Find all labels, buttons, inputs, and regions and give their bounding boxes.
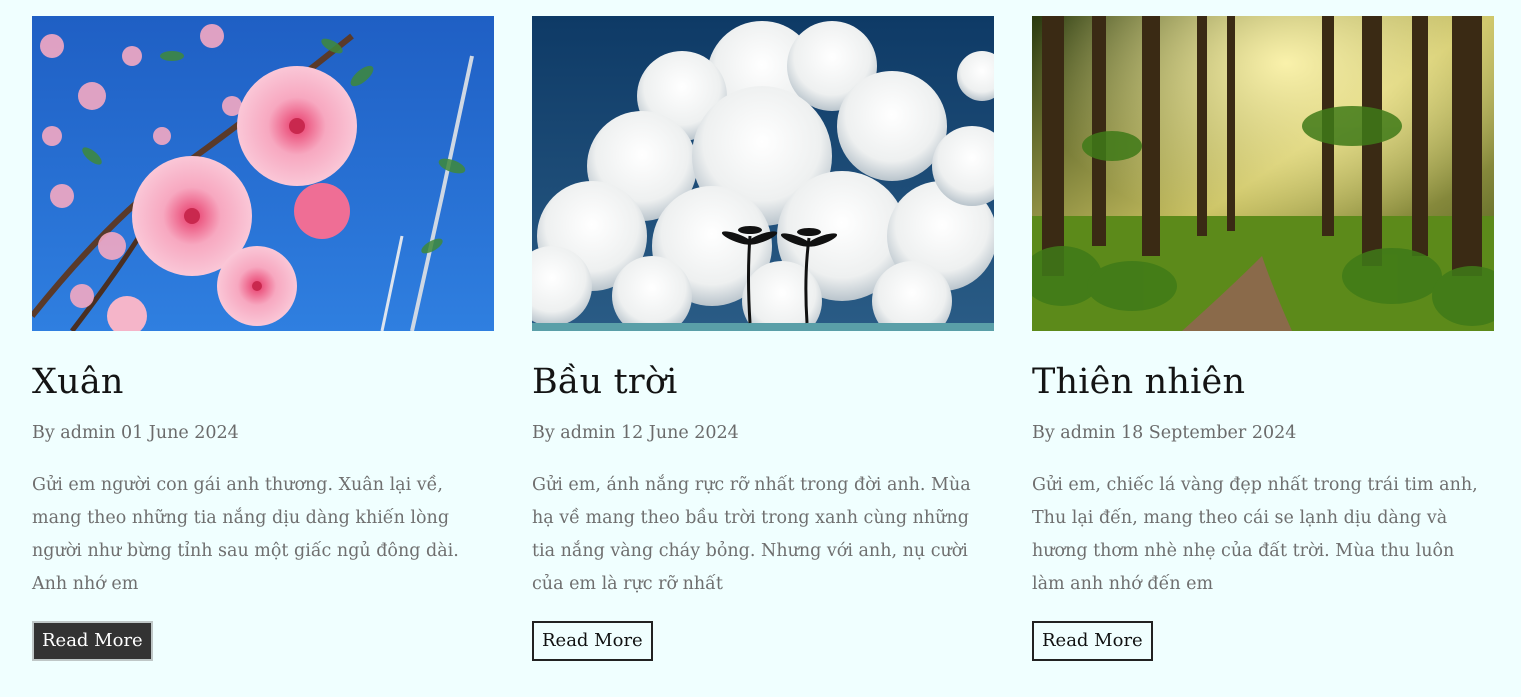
post-meta: By admin 12 June 2024 [532,423,739,443]
blog-post-grid: Xuân By admin 01 June 2024 Gửi em người … [0,0,1521,697]
read-more-button[interactable]: Read More [32,621,153,661]
post-excerpt: Gửi em, ánh nắng rực rỡ nhất trong đời a… [532,475,971,594]
post-meta: By admin 18 September 2024 [1032,423,1297,443]
read-more-button[interactable]: Read More [532,621,653,661]
post-card-bau-troi: Bầu trời By admin 12 June 2024 Gửi em, á… [532,16,994,661]
post-excerpt: Gửi em người con gái anh thương. Xuân lạ… [32,475,459,594]
post-card-xuan: Xuân By admin 01 June 2024 Gửi em người … [32,16,494,661]
post-thumbnail-forest[interactable] [1032,16,1494,331]
post-title[interactable]: Xuân [32,360,494,404]
post-card-thien-nhien: Thiên nhiên By admin 18 September 2024 G… [1032,16,1494,661]
post-meta: By admin 01 June 2024 [32,423,239,443]
post-title[interactable]: Bầu trời [532,360,994,404]
post-thumbnail-clouds[interactable] [532,16,994,331]
post-thumbnail-peach-blossom[interactable] [32,16,494,331]
post-excerpt: Gửi em, chiếc lá vàng đẹp nhất trong trá… [1032,475,1478,594]
post-title[interactable]: Thiên nhiên [1032,360,1494,404]
read-more-button[interactable]: Read More [1032,621,1153,661]
